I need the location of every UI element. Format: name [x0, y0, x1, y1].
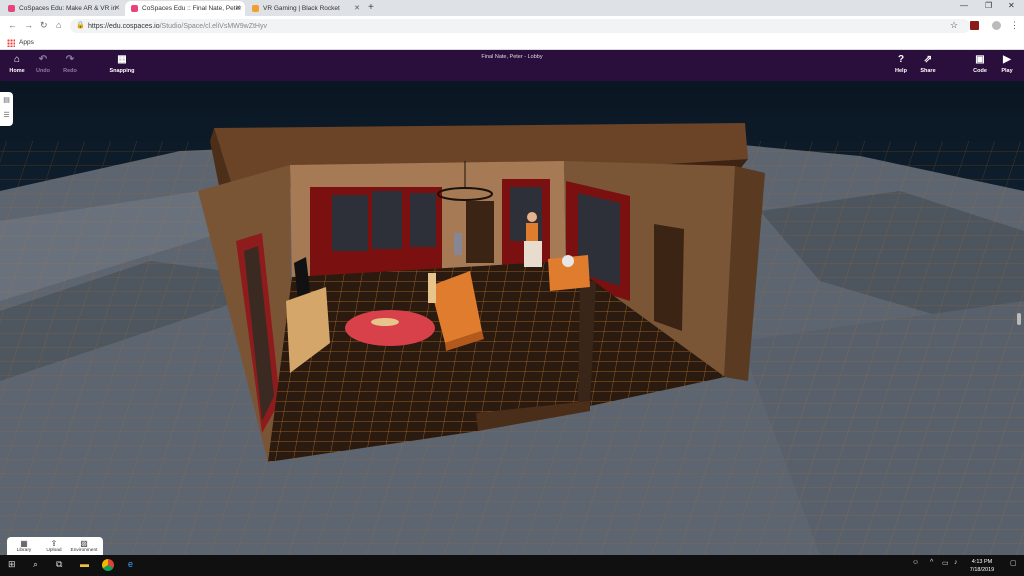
list-icon[interactable]: ☰ — [0, 109, 13, 122]
search-icon[interactable]: ⌕ — [33, 559, 38, 570]
bookmark-star-icon[interactable]: ☆ — [950, 20, 958, 31]
gallery-icon[interactable]: ▤ — [0, 94, 13, 107]
browser-tab-active[interactable]: CoSpaces Edu :: Final Nate, Peter ✕ — [125, 1, 245, 16]
lock-icon: 🔒 — [76, 22, 85, 29]
person-sitting — [428, 273, 436, 303]
browser-tab[interactable]: VR Gaming | Black Rocket ✕ — [246, 1, 364, 16]
dog — [371, 318, 399, 326]
close-window-icon[interactable]: ✕ — [1008, 1, 1015, 10]
share-label: Share — [920, 68, 936, 74]
share-button[interactable]: ⇗ Share — [908, 54, 948, 74]
notifications-icon[interactable]: ▢ — [1010, 559, 1017, 567]
window — [372, 191, 402, 249]
url-path: /Studio/Space/cl.eliVsMW9wZtHyv — [159, 22, 267, 30]
apps-grid-icon — [7, 39, 15, 47]
address-bar[interactable]: 🔒 https://edu.cospaces.io/Studio/Space/c… — [70, 19, 970, 33]
character-body — [526, 223, 538, 243]
grid-icon: ▦ — [117, 54, 127, 65]
home-icon[interactable]: ⌂ — [56, 20, 61, 30]
people-icon[interactable]: ☺ — [912, 559, 919, 566]
window — [332, 195, 368, 251]
library-label: Library — [16, 548, 32, 553]
horse — [524, 241, 542, 267]
tab-title: VR Gaming | Black Rocket — [263, 5, 340, 12]
extension-icon[interactable] — [970, 21, 979, 30]
code-label: Code — [973, 68, 987, 74]
environment-label: Environment — [70, 548, 98, 553]
back-icon[interactable]: ← — [8, 20, 17, 30]
start-icon[interactable]: ⊞ — [8, 559, 16, 570]
browser-menu-icon[interactable]: ⋮ — [1010, 20, 1019, 31]
chevron-up-icon[interactable]: ^ — [930, 559, 933, 566]
environment-button[interactable]: ▨ Environment — [69, 539, 99, 553]
ghost-figure — [454, 233, 462, 255]
task-view-icon[interactable]: ⧉ — [56, 559, 62, 570]
close-tab-icon[interactable]: ✕ — [114, 4, 120, 12]
restore-icon[interactable]: ❐ — [985, 1, 992, 10]
snapping-button[interactable]: ▦ Snapping — [102, 54, 142, 74]
reload-icon[interactable]: ↻ — [40, 20, 48, 31]
redo-button[interactable]: ↷ Redo — [50, 54, 90, 74]
play-label: Play — [1001, 68, 1013, 74]
taskbar-clock[interactable]: 4:13 PM 7/18/2019 — [962, 558, 1002, 574]
network-icon[interactable]: ▭ — [942, 559, 949, 567]
black-rocket-favicon-icon — [252, 5, 259, 12]
tab-title: CoSpaces Edu: Make AR & VR in — [19, 5, 117, 12]
cospaces-header: ⌂ Home ↶ Undo ↷ Redo ▦ Snapping Final Na… — [0, 50, 1024, 81]
forward-icon[interactable]: → — [24, 20, 33, 30]
play-icon: ▶ — [1003, 54, 1011, 65]
browser-toolbar: ← → ↻ ⌂ 🔒 https://edu.cospaces.io/Studio… — [0, 16, 1024, 36]
window — [410, 193, 436, 247]
close-tab-icon[interactable]: ✕ — [235, 4, 241, 12]
right-panel-handle[interactable] — [1017, 313, 1021, 325]
play-button[interactable]: ▶ Play — [987, 54, 1024, 74]
redo-label: Redo — [63, 68, 77, 74]
side-door — [654, 224, 684, 331]
cospaces-favicon-icon — [131, 5, 138, 12]
help-label: Help — [895, 68, 907, 74]
url-host: https://edu.cospaces.io — [88, 22, 160, 30]
bookmarks-bar: Apps — [0, 36, 1024, 50]
back-door — [466, 201, 494, 263]
scene-viewport[interactable] — [0, 81, 1024, 555]
library-button[interactable]: ▦ Library — [9, 539, 39, 553]
side-toolbar: ▤ ☰ — [0, 92, 13, 126]
bookmark-apps[interactable]: Apps — [19, 39, 34, 46]
browser-tab[interactable]: CoSpaces Edu: Make AR & VR in ✕ — [2, 1, 124, 16]
volume-icon[interactable]: ♪ — [954, 559, 958, 566]
chrome-icon[interactable] — [102, 559, 114, 571]
clock-time: 4:13 PM — [971, 559, 993, 565]
windows-taskbar: ⊞ ⌕ ⧉ ▬ e ☺ ^ ▭ ♪ 4:13 PM 7/18/2019 ▢ — [0, 555, 1024, 576]
minimize-icon[interactable]: — — [960, 1, 968, 10]
environment-icon: ▨ — [80, 539, 88, 548]
scene-title: Final Nate, Peter - Lobby — [481, 54, 543, 60]
new-tab-icon[interactable]: + — [368, 2, 374, 13]
profile-avatar-icon[interactable] — [992, 21, 1001, 30]
tab-title: CoSpaces Edu :: Final Nate, Peter — [142, 5, 242, 12]
clock-date: 7/18/2019 — [969, 567, 995, 573]
undo-label: Undo — [35, 68, 51, 74]
close-tab-icon[interactable]: ✕ — [354, 4, 360, 12]
browser-tab-strip: CoSpaces Edu: Make AR & VR in ✕ CoSpaces… — [0, 0, 1024, 16]
edge-icon[interactable]: e — [128, 559, 133, 569]
share-icon: ⇗ — [923, 54, 933, 65]
library-icon: ▦ — [20, 539, 28, 548]
upload-button[interactable]: ⇪ Upload — [39, 539, 69, 553]
upload-label: Upload — [46, 548, 62, 553]
snapping-label: Snapping — [109, 68, 135, 74]
file-explorer-icon[interactable]: ▬ — [80, 559, 89, 569]
rug — [345, 310, 435, 346]
character-head — [527, 212, 537, 222]
redo-icon: ↷ — [65, 54, 75, 65]
upload-icon: ⇪ — [50, 539, 58, 548]
bottom-panel: ▦ Library ⇪ Upload ▨ Environment — [7, 537, 103, 557]
cospaces-favicon-icon — [8, 5, 15, 12]
